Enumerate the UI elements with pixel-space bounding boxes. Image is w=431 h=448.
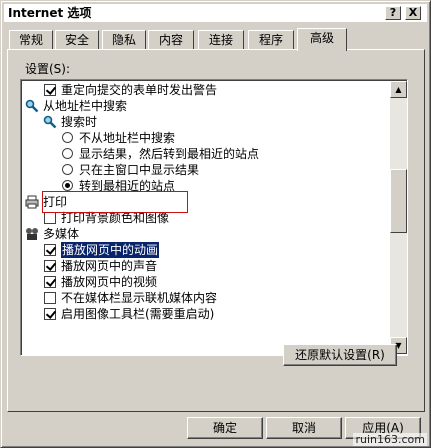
tab-security[interactable]: 安全 — [55, 30, 99, 50]
title-bar[interactable]: Internet 选项 ? X — [4, 4, 427, 22]
checkbox[interactable] — [44, 244, 56, 256]
checkbox[interactable] — [44, 84, 56, 96]
tab-content[interactable]: 内容 — [148, 30, 194, 50]
internet-options-dialog: Internet 选项 ? X 常规 安全 隐私 内容 连接 程序 高级 设置(… — [0, 0, 431, 448]
search-icon — [25, 99, 39, 113]
tab-general[interactable]: 常规 — [9, 30, 53, 50]
multimedia-icon — [26, 228, 38, 240]
radio-button[interactable] — [62, 164, 73, 175]
close-button[interactable]: X — [405, 6, 421, 20]
tab-strip: 常规 安全 隐私 内容 连接 程序 高级 — [7, 28, 427, 51]
settings-list[interactable]: 重定向提交的表单时发出警告 从地址栏中搜索 搜索时 不从地址栏中搜索 显示结果，… — [20, 79, 408, 356]
checkbox[interactable] — [44, 260, 56, 272]
scroll-up-icon[interactable]: ▲ — [390, 81, 407, 98]
settings-label: 设置(S): — [25, 62, 71, 76]
restore-defaults-button[interactable]: 还原默认设置(R) — [283, 344, 397, 366]
cancel-button[interactable]: 取消 — [266, 417, 342, 439]
selected-item-label: 播放网页中的动画 — [61, 242, 160, 258]
radio-button[interactable] — [62, 148, 73, 159]
tab-privacy[interactable]: 隐私 — [102, 30, 146, 50]
ok-button[interactable]: 确定 — [187, 417, 263, 439]
checkbox[interactable] — [44, 308, 56, 320]
search-icon — [43, 115, 57, 129]
tab-connections[interactable]: 连接 — [198, 30, 244, 50]
tab-programs[interactable]: 程序 — [248, 30, 294, 50]
checkbox[interactable] — [44, 212, 56, 224]
radio-button[interactable] — [62, 180, 73, 191]
advanced-panel: 设置(S): 重定向提交的表单时发出警告 从地址栏中搜索 搜索时 不从地址栏中搜… — [7, 49, 425, 412]
radio-button[interactable] — [62, 132, 73, 143]
watermark: ruin163.com — [353, 433, 427, 446]
vertical-scrollbar[interactable]: ▲ ▼ — [390, 81, 407, 354]
scroll-thumb[interactable] — [390, 169, 407, 233]
printer-icon — [25, 195, 39, 209]
help-button[interactable]: ? — [385, 6, 401, 20]
checkbox[interactable] — [44, 276, 56, 288]
window-title: Internet 选项 — [8, 6, 92, 20]
tab-advanced[interactable]: 高级 — [297, 28, 347, 51]
checkbox[interactable] — [44, 292, 56, 304]
